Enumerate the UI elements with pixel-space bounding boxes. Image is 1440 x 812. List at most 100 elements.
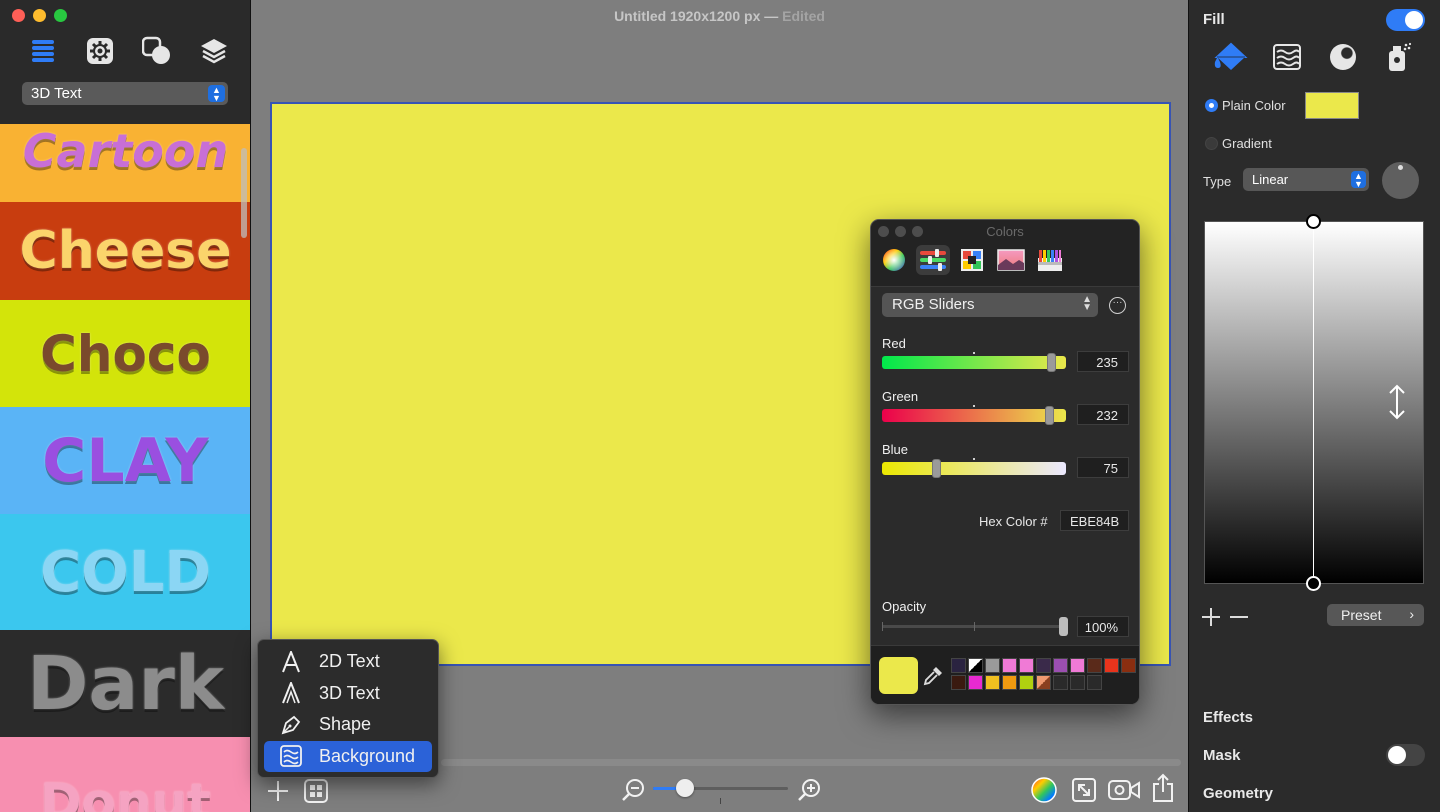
tab-crayons[interactable]	[1033, 245, 1067, 275]
grid-icon	[304, 779, 328, 803]
color-swatch[interactable]	[1002, 675, 1017, 690]
green-channel-value[interactable]: 232	[1077, 404, 1129, 425]
remove-stop-button[interactable]	[1229, 603, 1249, 634]
more-options-button[interactable]: ···	[1109, 297, 1126, 314]
color-swatch[interactable]	[985, 658, 1000, 673]
color-swatch[interactable]	[968, 658, 983, 673]
mask-toggle[interactable]	[1386, 744, 1425, 766]
opacity-slider[interactable]	[882, 617, 1068, 636]
menu-item-3d-text[interactable]: 3D Text	[264, 678, 432, 710]
color-swatch[interactable]	[1036, 658, 1051, 673]
red-channel-knob[interactable]	[1047, 353, 1056, 372]
tab-color-wheel[interactable]	[877, 245, 911, 275]
fill-toggle[interactable]	[1386, 9, 1425, 31]
color-swatch[interactable]	[1087, 675, 1102, 690]
opacity-field[interactable]: 100%	[1077, 616, 1129, 637]
gradient-radio[interactable]	[1205, 137, 1218, 150]
effects-section-title[interactable]: Effects	[1203, 709, 1253, 726]
color-swatch[interactable]	[1002, 658, 1017, 673]
blue-channel-slider[interactable]	[882, 458, 1066, 478]
blue-channel-knob[interactable]	[932, 459, 941, 478]
preset-label: Preset	[1341, 607, 1382, 623]
templates-button[interactable]	[303, 778, 329, 804]
zoom-window-button[interactable]	[54, 9, 67, 22]
plain-color-radio[interactable]	[1205, 99, 1218, 112]
eyedropper-icon[interactable]	[922, 665, 944, 687]
gradient-angle-knob[interactable]	[1382, 162, 1419, 199]
color-swatch[interactable]	[1019, 675, 1034, 690]
style-preset-choco[interactable]: Choco	[0, 300, 250, 407]
paint-bucket-icon[interactable]	[1209, 38, 1252, 76]
add-layer-button[interactable]	[265, 778, 291, 804]
style-preset-cold[interactable]: COLD	[0, 514, 250, 630]
radial-icon[interactable]	[1321, 38, 1364, 76]
color-swatch[interactable]	[1036, 675, 1051, 690]
color-swatch[interactable]	[1053, 658, 1068, 673]
texture-icon[interactable]	[1265, 38, 1308, 76]
tab-image-palette[interactable]	[994, 245, 1028, 275]
category-select[interactable]: 3D Text ▲ ▼	[22, 82, 228, 105]
gradient-type-select[interactable]: Linear ▲ ▼	[1243, 168, 1369, 191]
color-swatch[interactable]	[1053, 675, 1068, 690]
tab-sliders[interactable]	[916, 245, 950, 275]
style-preset-donut[interactable]: Donut	[0, 737, 250, 812]
color-swatch[interactable]	[985, 675, 1000, 690]
geometry-section-title[interactable]: Geometry	[1203, 785, 1273, 802]
menu-item-background[interactable]: Background	[264, 740, 432, 772]
color-swatch[interactable]	[1070, 675, 1085, 690]
window-controls	[12, 9, 67, 22]
color-swatch[interactable]	[951, 658, 966, 673]
fit-canvas-button[interactable]	[1070, 776, 1098, 804]
color-swatch[interactable]	[1087, 658, 1102, 673]
color-swatch[interactable]	[1070, 658, 1085, 673]
close-window-button[interactable]	[12, 9, 25, 22]
gradient-stop-top[interactable]	[1306, 214, 1321, 229]
zoom-slider-knob[interactable]	[676, 779, 694, 797]
horizontal-scrollbar[interactable]	[441, 759, 1181, 766]
color-swatch[interactable]	[1121, 658, 1136, 673]
style-preset-cartoon[interactable]: Cartoon	[0, 124, 250, 202]
zoom-slider[interactable]	[653, 779, 788, 797]
minimize-window-button[interactable]	[33, 9, 46, 22]
menu-item-label: 3D Text	[319, 682, 380, 703]
color-swatch[interactable]	[1019, 658, 1034, 673]
tab-palettes[interactable]	[955, 245, 989, 275]
text-2d-icon	[278, 649, 304, 675]
record-video-button[interactable]	[1107, 776, 1141, 804]
style-preset-clay[interactable]: CLAY	[0, 407, 250, 514]
zoom-out-button[interactable]	[620, 777, 646, 803]
share-button[interactable]	[1150, 772, 1176, 804]
slider-midpoint-marker	[973, 405, 975, 407]
shapes-icon[interactable]	[142, 36, 172, 66]
spray-icon[interactable]	[1377, 38, 1420, 76]
style-preset-cheese[interactable]: Cheese	[0, 202, 250, 300]
vertical-resize-icon[interactable]	[1387, 384, 1407, 427]
menu-item-2d-text[interactable]: 2D Text	[264, 646, 432, 678]
red-channel-slider[interactable]	[882, 352, 1066, 372]
layers-icon[interactable]	[199, 36, 229, 66]
gear-icon[interactable]	[85, 36, 115, 66]
zoom-in-button[interactable]	[796, 777, 822, 803]
preset-button[interactable]: Preset ›	[1327, 604, 1424, 626]
list-icon[interactable]	[28, 36, 58, 66]
menu-item-shape[interactable]: Shape	[264, 709, 432, 741]
sidebar-scrollbar[interactable]	[241, 148, 247, 238]
green-channel-slider[interactable]	[882, 405, 1066, 425]
red-channel-value[interactable]: 235	[1077, 351, 1129, 372]
blue-channel-value[interactable]: 75	[1077, 457, 1129, 478]
opacity-slider-knob[interactable]	[1059, 617, 1068, 636]
color-swatch[interactable]	[1104, 658, 1119, 673]
green-channel-knob[interactable]	[1045, 406, 1054, 425]
gradient-stop-bottom[interactable]	[1306, 576, 1321, 591]
style-preset-label: CLAY	[42, 425, 209, 496]
color-picker-button[interactable]	[1030, 776, 1058, 804]
color-swatch[interactable]	[951, 675, 966, 690]
color-swatch[interactable]	[968, 675, 983, 690]
hex-color-field[interactable]: EBE84B	[1060, 510, 1129, 531]
current-color-swatch[interactable]	[879, 657, 918, 694]
plain-color-swatch[interactable]	[1305, 92, 1359, 119]
color-mode-select[interactable]: RGB Sliders ▲ ▼	[882, 293, 1098, 317]
add-stop-button[interactable]	[1201, 603, 1221, 634]
type-label: Type	[1203, 174, 1232, 189]
style-preset-dark[interactable]: Dark	[0, 630, 250, 737]
